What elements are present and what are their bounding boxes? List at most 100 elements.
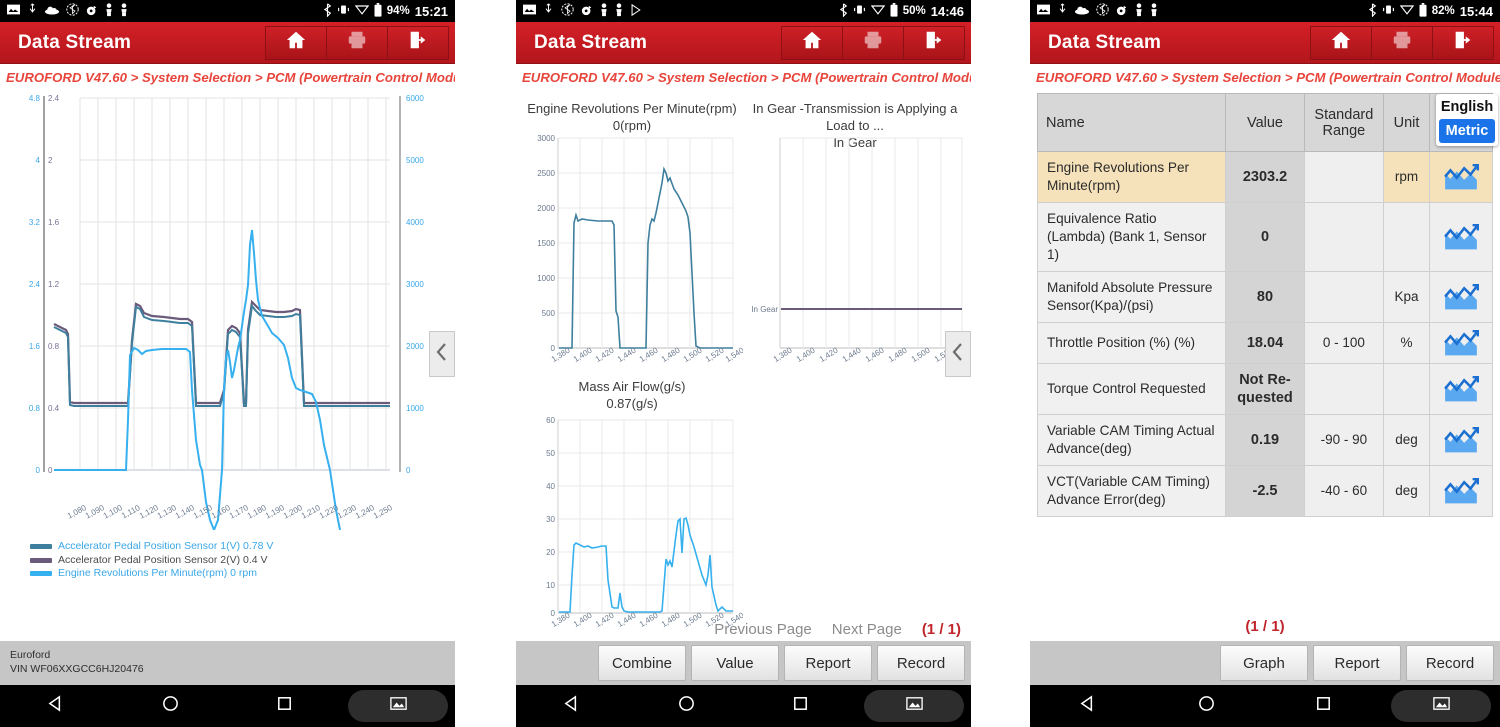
home-button[interactable]	[265, 25, 327, 60]
vehicle-info: Euroford VIN WF06XXGCC6HJ20476	[0, 641, 455, 685]
image-icon	[389, 694, 408, 718]
row-graph-button[interactable]	[1429, 271, 1493, 323]
nav-overview-button[interactable]	[744, 694, 858, 718]
chevron-left-icon	[951, 342, 965, 367]
report-button[interactable]: Report	[1313, 645, 1401, 681]
chart-grid	[557, 137, 734, 349]
status-icons-right: 50% 14:46	[839, 2, 964, 20]
next-page-button[interactable]: Next Page	[832, 621, 902, 638]
datastream-table: Name Value Standard Range Unit Engine Re…	[1036, 93, 1493, 517]
column-header-unit[interactable]: Unit	[1382, 93, 1431, 152]
row-range: 0 - 100	[1303, 322, 1384, 364]
row-value: 80	[1225, 271, 1305, 323]
line-chart-icon	[1443, 223, 1480, 250]
combined-chart: 4.8 4 3.2 2.4 1.6 0.8 0 2.4 2 1.6 1.2 0.…	[29, 94, 424, 530]
svg-text:1500: 1500	[537, 239, 555, 248]
table-row[interactable]: Variable CAM Timing Actual Advance(deg) …	[1036, 414, 1493, 466]
line-chart-icon	[1443, 477, 1480, 504]
row-graph-button[interactable]	[1429, 363, 1493, 415]
row-name: Engine Revolutions Per Minute(rpm)	[1036, 151, 1227, 203]
metric-option[interactable]: Metric	[1439, 119, 1495, 143]
title-bar-3: Data Stream	[1030, 22, 1500, 64]
row-name: Torque Control Requested	[1036, 363, 1227, 415]
nav-home-button[interactable]	[114, 694, 228, 718]
legend-item: Engine Revolutions Per Minute(rpm) 0 rpm	[30, 567, 273, 581]
row-graph-button[interactable]	[1429, 202, 1493, 272]
column-header-value[interactable]: Value	[1225, 93, 1305, 152]
record-button[interactable]: Record	[1406, 645, 1494, 681]
exit-button[interactable]	[903, 25, 965, 60]
battery-icon	[890, 2, 898, 20]
report-button[interactable]: Report	[784, 645, 872, 681]
nav-recent-pill[interactable]	[1391, 690, 1492, 722]
row-unit	[1382, 202, 1431, 272]
print-button[interactable]	[842, 25, 904, 60]
home-button[interactable]	[1310, 25, 1372, 60]
line-chart-icon	[1443, 329, 1480, 356]
table-row[interactable]: Manifold Absolute Pressure Sensor(Kpa)/(…	[1036, 271, 1493, 323]
row-graph-button[interactable]	[1429, 465, 1493, 517]
english-option[interactable]: English	[1439, 97, 1495, 119]
svg-text:1000: 1000	[406, 404, 424, 413]
datastream-table-wrapper: Name Value Standard Range Unit Engine Re…	[1036, 93, 1493, 517]
svg-text:30: 30	[546, 515, 555, 524]
table-row[interactable]: VCT(Variable CAM Timing) Advance Error(d…	[1036, 465, 1493, 517]
action-bar-3: Graph Report Record	[1030, 641, 1500, 685]
nav-screenshot-button[interactable]	[1383, 690, 1500, 722]
nav-back-button[interactable]	[1030, 694, 1148, 718]
print-button[interactable]	[1371, 25, 1433, 60]
action-bar-2: Combine Value Report Record	[516, 641, 971, 685]
exit-button[interactable]	[1432, 25, 1494, 60]
svg-text:1,500: 1,500	[682, 610, 704, 629]
image-icon	[1432, 694, 1451, 718]
title-bar-2: Data Stream	[516, 22, 971, 64]
legend-label: Accelerator Pedal Position Sensor 2(V) 0…	[58, 553, 268, 566]
table-row[interactable]: Throttle Position (%) (%) 18.04 0 - 100 …	[1036, 322, 1493, 364]
column-header-standard-range[interactable]: Standard Range	[1303, 93, 1384, 152]
nav-home-button[interactable]	[630, 694, 744, 718]
svg-text:1.6: 1.6	[29, 342, 41, 351]
nav-home-button[interactable]	[1148, 694, 1266, 718]
unit-system-toggle[interactable]: English Metric	[1436, 94, 1498, 146]
graph-button[interactable]: Graph	[1220, 645, 1308, 681]
page-title: Data Stream	[534, 31, 648, 53]
legend-label: Accelerator Pedal Position Sensor 1(V) 0…	[58, 540, 274, 552]
nav-recent-pill[interactable]	[348, 690, 449, 722]
previous-page-button[interactable]: Previous Page	[714, 621, 812, 638]
home-button[interactable]	[781, 25, 843, 60]
nav-back-button[interactable]	[0, 694, 114, 718]
legend-item: Accelerator Pedal Position Sensor 1(V) 0…	[30, 540, 273, 554]
nav-screenshot-button[interactable]	[857, 690, 971, 722]
row-range	[1303, 151, 1384, 203]
row-graph-button[interactable]	[1429, 322, 1493, 364]
svg-text:4000: 4000	[406, 218, 424, 227]
row-graph-button[interactable]	[1429, 414, 1493, 466]
row-name: Throttle Position (%) (%)	[1036, 322, 1227, 364]
page-indicator: (1 / 1)	[1245, 618, 1285, 635]
legend-item: Accelerator Pedal Position Sensor 2(V) 0…	[30, 554, 273, 568]
nav-screenshot-button[interactable]	[341, 690, 455, 722]
nav-overview-button[interactable]	[1265, 694, 1383, 718]
column-header-name[interactable]: Name	[1036, 93, 1227, 152]
exit-button[interactable]	[387, 25, 449, 60]
print-button[interactable]	[326, 25, 388, 60]
line-chart-icon	[1443, 163, 1480, 190]
person-icon-1	[600, 2, 608, 20]
record-button[interactable]: Record	[877, 645, 965, 681]
table-row[interactable]: Torque Control Requested Not Re-quested	[1036, 363, 1493, 415]
nav-overview-button[interactable]	[228, 694, 342, 718]
collapse-panel-button[interactable]	[945, 331, 971, 377]
nav-back-button[interactable]	[516, 694, 630, 718]
svg-text:1,460: 1,460	[638, 610, 660, 629]
table-row[interactable]: Engine Revolutions Per Minute(rpm) 2303.…	[1036, 151, 1493, 203]
row-value: 0.19	[1225, 414, 1305, 466]
cloud-icon	[1075, 4, 1089, 18]
nav-recent-pill[interactable]	[864, 690, 965, 722]
collapse-panel-button[interactable]	[429, 331, 455, 377]
table-row[interactable]: Equivalence Ratio (Lambda) (Bank 1, Sens…	[1036, 202, 1493, 272]
row-graph-button[interactable]	[1429, 151, 1493, 203]
svg-text:1,420: 1,420	[594, 610, 616, 629]
combine-button[interactable]: Combine	[598, 645, 686, 681]
svg-text:1,440: 1,440	[841, 345, 863, 364]
value-button[interactable]: Value	[691, 645, 779, 681]
